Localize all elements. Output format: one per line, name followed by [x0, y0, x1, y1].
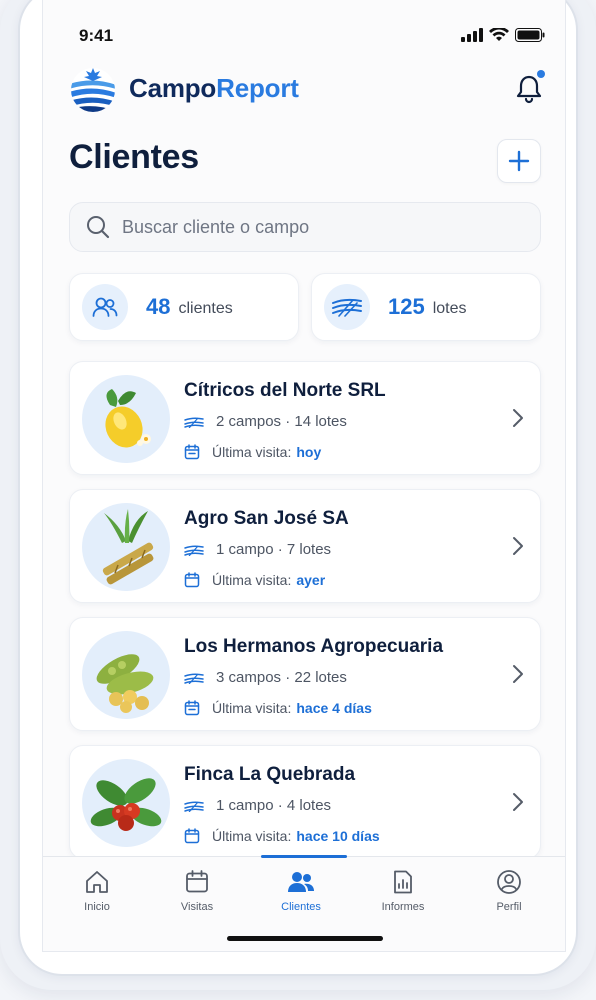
- home-icon: [86, 871, 108, 893]
- clients-count-label: clientes: [178, 299, 233, 317]
- brand-name: CampoReport: [129, 73, 299, 104]
- chevron-right-icon: [513, 793, 523, 811]
- calendar-icon: [184, 572, 200, 588]
- sugarcane-icon: [102, 509, 154, 585]
- client-avatar: [82, 631, 170, 719]
- tab-label: Inicio: [84, 901, 110, 913]
- last-visit-label: Última visita:: [212, 444, 292, 460]
- client-fields: 2 campos · 14 lotes: [184, 413, 347, 430]
- stat-icon-bg: [82, 284, 128, 330]
- field-rows-icon: [184, 672, 204, 684]
- brand-name-part2: Report: [216, 72, 299, 103]
- campo-logo-icon: [71, 68, 115, 112]
- client-fields: 3 campos · 22 lotes: [184, 669, 347, 686]
- last-visit-label: Última visita:: [212, 572, 292, 588]
- people-icon: [92, 297, 118, 317]
- status-icons: [461, 28, 545, 42]
- client-name: Finca La Quebrada: [184, 764, 356, 785]
- chevron-right-icon: [513, 537, 523, 555]
- clients-count-value: 48: [146, 294, 171, 319]
- client-card[interactable]: Agro San José SA 1 campo · 7 lotes Últim…: [69, 489, 541, 603]
- tab-label: Visitas: [180, 901, 214, 913]
- tab-clientes[interactable]: Clientes: [261, 869, 341, 913]
- last-visit-label: Última visita:: [212, 828, 292, 844]
- home-indicator: [227, 936, 383, 941]
- client-fields-text: 2 campos · 14 lotes: [216, 413, 347, 430]
- stat-icon-bg: [324, 284, 370, 330]
- calendar-icon: [186, 870, 208, 893]
- soybean-icon: [96, 654, 154, 713]
- client-avatar: [82, 375, 170, 463]
- last-visit-value: ayer: [296, 572, 326, 588]
- search-icon: [87, 216, 110, 239]
- lemon-icon: [105, 389, 151, 448]
- client-fields: 1 campo · 4 lotes: [184, 797, 331, 814]
- client-avatar: [82, 759, 170, 847]
- client-card[interactable]: Finca La Quebrada 1 campo · 4 lotes Últi…: [69, 745, 541, 859]
- battery-icon: [515, 28, 545, 42]
- field-rows-icon: [184, 416, 204, 428]
- report-icon: [394, 870, 412, 894]
- client-card[interactable]: Cítricos del Norte SRL 2 campos · 14 lot…: [69, 361, 541, 475]
- people-icon: [288, 872, 314, 892]
- lots-count-label: lotes: [432, 299, 467, 317]
- chevron-right-icon: [513, 665, 523, 683]
- bell-icon: [516, 75, 542, 104]
- brand-logo[interactable]: CampoReport: [69, 64, 299, 112]
- tab-label: Perfil: [496, 901, 522, 913]
- plus-icon: [508, 150, 530, 172]
- notification-dot: [537, 70, 545, 78]
- field-rows-icon: [184, 544, 204, 556]
- client-fields-text: 1 campo · 7 lotes: [216, 541, 332, 558]
- search-bar[interactable]: [69, 202, 541, 252]
- tab-informes[interactable]: Informes: [363, 869, 443, 913]
- tab-label: Informes: [381, 901, 425, 913]
- tab-perfil[interactable]: Perfil: [469, 869, 549, 913]
- tab-visitas[interactable]: Visitas: [157, 869, 237, 913]
- brand-name-part1: Campo: [129, 72, 217, 103]
- client-fields: 1 campo · 7 lotes: [184, 541, 331, 558]
- add-client-button[interactable]: [497, 139, 541, 183]
- chevron-right-icon: [513, 409, 523, 427]
- field-rows-icon: [332, 298, 362, 317]
- client-last-visit: Última visita: hoy: [184, 444, 321, 460]
- client-last-visit: Última visita: hace 4 días: [184, 700, 372, 716]
- lots-count-value: 125: [388, 294, 425, 319]
- calendar-icon: [184, 700, 200, 716]
- tab-inicio[interactable]: Inicio: [57, 869, 137, 913]
- app-screen: 9:41 CampoReport Clientes Buscar cliente…: [42, 0, 566, 952]
- last-visit-value: hoy: [296, 444, 322, 460]
- signal-icon: [461, 28, 483, 42]
- calendar-icon: [184, 828, 200, 844]
- wifi-icon: [489, 28, 509, 41]
- client-avatar: [82, 503, 170, 591]
- last-visit-value: hace 4 días: [296, 700, 372, 716]
- client-name: Cítricos del Norte SRL: [184, 380, 386, 401]
- page-title: Clientes: [69, 138, 199, 176]
- last-visit-value: hace 10 días: [296, 828, 380, 844]
- clients-count-card[interactable]: 48 clientes: [69, 273, 299, 341]
- lots-count-card[interactable]: 125 lotes: [311, 273, 541, 341]
- client-last-visit: Última visita: ayer: [184, 572, 325, 588]
- client-fields-text: 1 campo · 4 lotes: [216, 797, 332, 814]
- profile-icon: [497, 870, 521, 894]
- tab-label: Clientes: [281, 901, 321, 913]
- client-name: Los Hermanos Agropecuaria: [184, 636, 444, 657]
- last-visit-label: Última visita:: [212, 700, 292, 716]
- client-name: Agro San José SA: [184, 508, 349, 529]
- client-card[interactable]: Los Hermanos Agropecuaria 3 campos · 22 …: [69, 617, 541, 731]
- client-last-visit: Última visita: hace 10 días: [184, 828, 380, 844]
- status-time: 9:41: [79, 26, 114, 45]
- calendar-icon: [184, 444, 200, 460]
- client-fields-text: 3 campos · 22 lotes: [216, 669, 347, 686]
- search-input[interactable]: [122, 216, 502, 238]
- coffee-icon: [90, 778, 162, 831]
- active-tab-indicator: [261, 855, 347, 858]
- field-rows-icon: [184, 800, 204, 812]
